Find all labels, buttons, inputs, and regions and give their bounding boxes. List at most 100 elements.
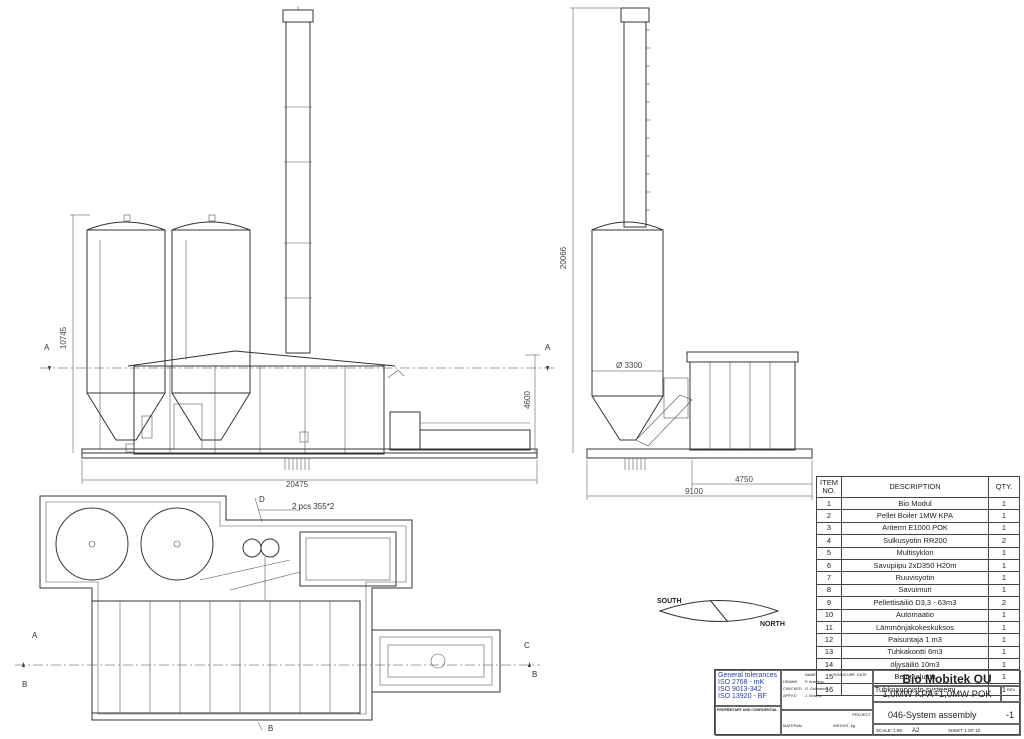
dim-silo-diameter: Ø 3300 (616, 361, 643, 370)
compass-south: SOUTH (657, 598, 682, 605)
signature-label: SIGNATURE (833, 673, 855, 677)
drawn-by: P. Anselmo (805, 680, 824, 684)
sheet-info-box: SCALE: 1:80 A2 SHEET 1 OF 10 (873, 724, 1021, 736)
cell-description: Automaatio (841, 608, 989, 622)
sheet-number: SHEET 1 OF 10 (948, 728, 981, 733)
table-row: 3 Ariterm E1000 POK 1 (816, 521, 1020, 536)
cell-description: Ariterm E1000 POK (841, 521, 989, 536)
cell-item-no: 8 (816, 583, 842, 598)
cell-qty: 1 (988, 583, 1020, 598)
section-mark-a-right: A (545, 343, 551, 352)
date-label: DATE (857, 673, 867, 677)
checked-by: G. Gulmalova (805, 687, 829, 691)
table-row: 4 Sulkusyotin RR200 2 (816, 534, 1020, 548)
cell-item-no: 12 (816, 633, 842, 647)
cell-description: Paisuntaja 1 m3 (841, 633, 989, 647)
plan-view (15, 495, 540, 731)
rev-header: REV (1001, 686, 1021, 702)
material-label: MATERIAL (783, 723, 803, 728)
cell-description: Bio Modul (841, 496, 989, 511)
section-mark-a-plan: A (32, 631, 38, 640)
project-box: PROJECT MATERIAL WEIGHT, kg (781, 710, 873, 736)
table-row: 7 Ruuvisyotin 1 (816, 571, 1020, 585)
table-row: 1 Bio Modul 1 (816, 496, 1020, 511)
cell-item-no: 7 (816, 571, 842, 585)
weight-label: WEIGHT, kg (833, 723, 856, 728)
parts-list-header: ITEM NO. DESCRIPTION QTY. (816, 476, 1020, 498)
table-row: 8 Savuimuri 1 (816, 583, 1020, 598)
title-block: General tolerances ISO 2768 - mK ISO 901… (714, 669, 1021, 736)
cell-description: Lämmönjakokeskuksos (841, 620, 989, 635)
table-row: 12 Paisuntaja 1 m3 1 (816, 633, 1020, 647)
dim-side-width: 9100 (685, 487, 703, 496)
header-qty: QTY. (988, 476, 1020, 498)
cell-qty: 1 (988, 620, 1020, 635)
drawn-label: DRAWN (783, 680, 798, 684)
cell-item-no: 9 (816, 596, 842, 610)
drawing-number-box: 046-System assembly -1 (873, 702, 1021, 724)
company-name: Bio Mobitek OU (873, 670, 1021, 686)
tolerance-heading: General tolerances (718, 672, 778, 679)
side-elevation (570, 7, 813, 500)
cell-item-no: 6 (816, 558, 842, 573)
cell-qty: 1 (988, 645, 1020, 660)
cell-description: Pellettisäiliö D3,3 - 63m3 (841, 596, 989, 610)
dim-container-width: 4750 (735, 475, 753, 484)
compass-north: NORTH (760, 621, 785, 628)
drawing-number: 046-System assembly (888, 710, 977, 720)
cell-item-no: 4 (816, 534, 842, 548)
parts-list-table: ITEM NO. DESCRIPTION QTY. 1 Bio Modul 1 2 Pe… (816, 476, 1020, 697)
drawing-title: 1,0MW KPA+1,0MW POK (873, 686, 1001, 702)
cell-qty: 2 (988, 596, 1020, 610)
dim-total-length: 20475 (286, 480, 309, 489)
cell-description: Savupiipu 2xD350 H20m (841, 558, 989, 573)
tolerance-iso-9013: ISO 9013-342 (718, 686, 762, 693)
cell-item-no: 13 (816, 645, 842, 660)
signatures-box: NAME SIGNATURE DATE DRAWN P. Anselmo CHECKE… (781, 670, 873, 710)
section-mark-a-left: A (44, 343, 50, 352)
cell-qty: 1 (988, 546, 1020, 560)
tolerance-iso-2768: ISO 2768 - mK (718, 679, 765, 686)
project-label: PROJECT (852, 712, 871, 717)
cell-qty: 2 (988, 534, 1020, 548)
cell-item-no: 1 (816, 496, 842, 511)
dim-silo-height: 10745 (59, 326, 68, 349)
section-mark-c: C (524, 641, 530, 650)
table-row: 9 Pellettisäiliö D3,3 - 63m3 2 (816, 596, 1020, 610)
dim-chimney-height: 20066 (559, 246, 568, 269)
cell-qty: 1 (988, 509, 1020, 523)
cell-description: Pellet Boiler 1MW KPA (841, 509, 989, 523)
cell-description: Tuhkakontti 6m3 (841, 645, 989, 660)
table-row: 10 Automaatio 1 (816, 608, 1020, 622)
cell-item-no: 3 (816, 521, 842, 536)
cell-qty: 1 (988, 608, 1020, 622)
callout-label: 2 pcs 355*2 (292, 502, 335, 511)
tolerance-iso-13920: ISO 13920 - BF (718, 693, 767, 700)
sheet-size: A2 (912, 728, 920, 734)
cell-qty: 1 (988, 558, 1020, 573)
table-row: 13 Tuhkakontti 6m3 1 (816, 645, 1020, 660)
cell-item-no: 5 (816, 546, 842, 560)
section-mark-b-bottom: B (268, 724, 273, 733)
proprietary-box: PROPRIETARY AND CONFIDENTIAL (715, 706, 781, 736)
cell-item-no: 10 (816, 608, 842, 622)
cell-qty: 1 (988, 496, 1020, 511)
table-row: 6 Savupiipu 2xD350 H20m 1 (816, 558, 1020, 573)
approved-by: J. Kirsimo (805, 694, 822, 698)
section-mark-b-left: B (22, 680, 27, 689)
header-description: DESCRIPTION (841, 476, 989, 498)
cell-description: Ruuvisyotin (841, 571, 989, 585)
cell-item-no: 11 (816, 620, 842, 635)
scale-label: SCALE: 1:80 (876, 728, 903, 733)
tolerances-box: General tolerances ISO 2768 - mK ISO 901… (715, 670, 781, 706)
cell-description: Sulkusyotin RR200 (841, 534, 989, 548)
approved-label: APPV'D (783, 694, 797, 698)
proprietary-label: PROPRIETARY AND CONFIDENTIAL (717, 708, 778, 712)
checked-label: CHECKED (783, 687, 802, 691)
cell-qty: 1 (988, 633, 1020, 647)
name-label: NAME (805, 673, 816, 677)
cell-qty: 1 (988, 571, 1020, 585)
dim-building-height: 4600 (523, 391, 532, 409)
table-row: 5 Multisyklon 1 (816, 546, 1020, 560)
section-mark-d: D (259, 495, 265, 504)
